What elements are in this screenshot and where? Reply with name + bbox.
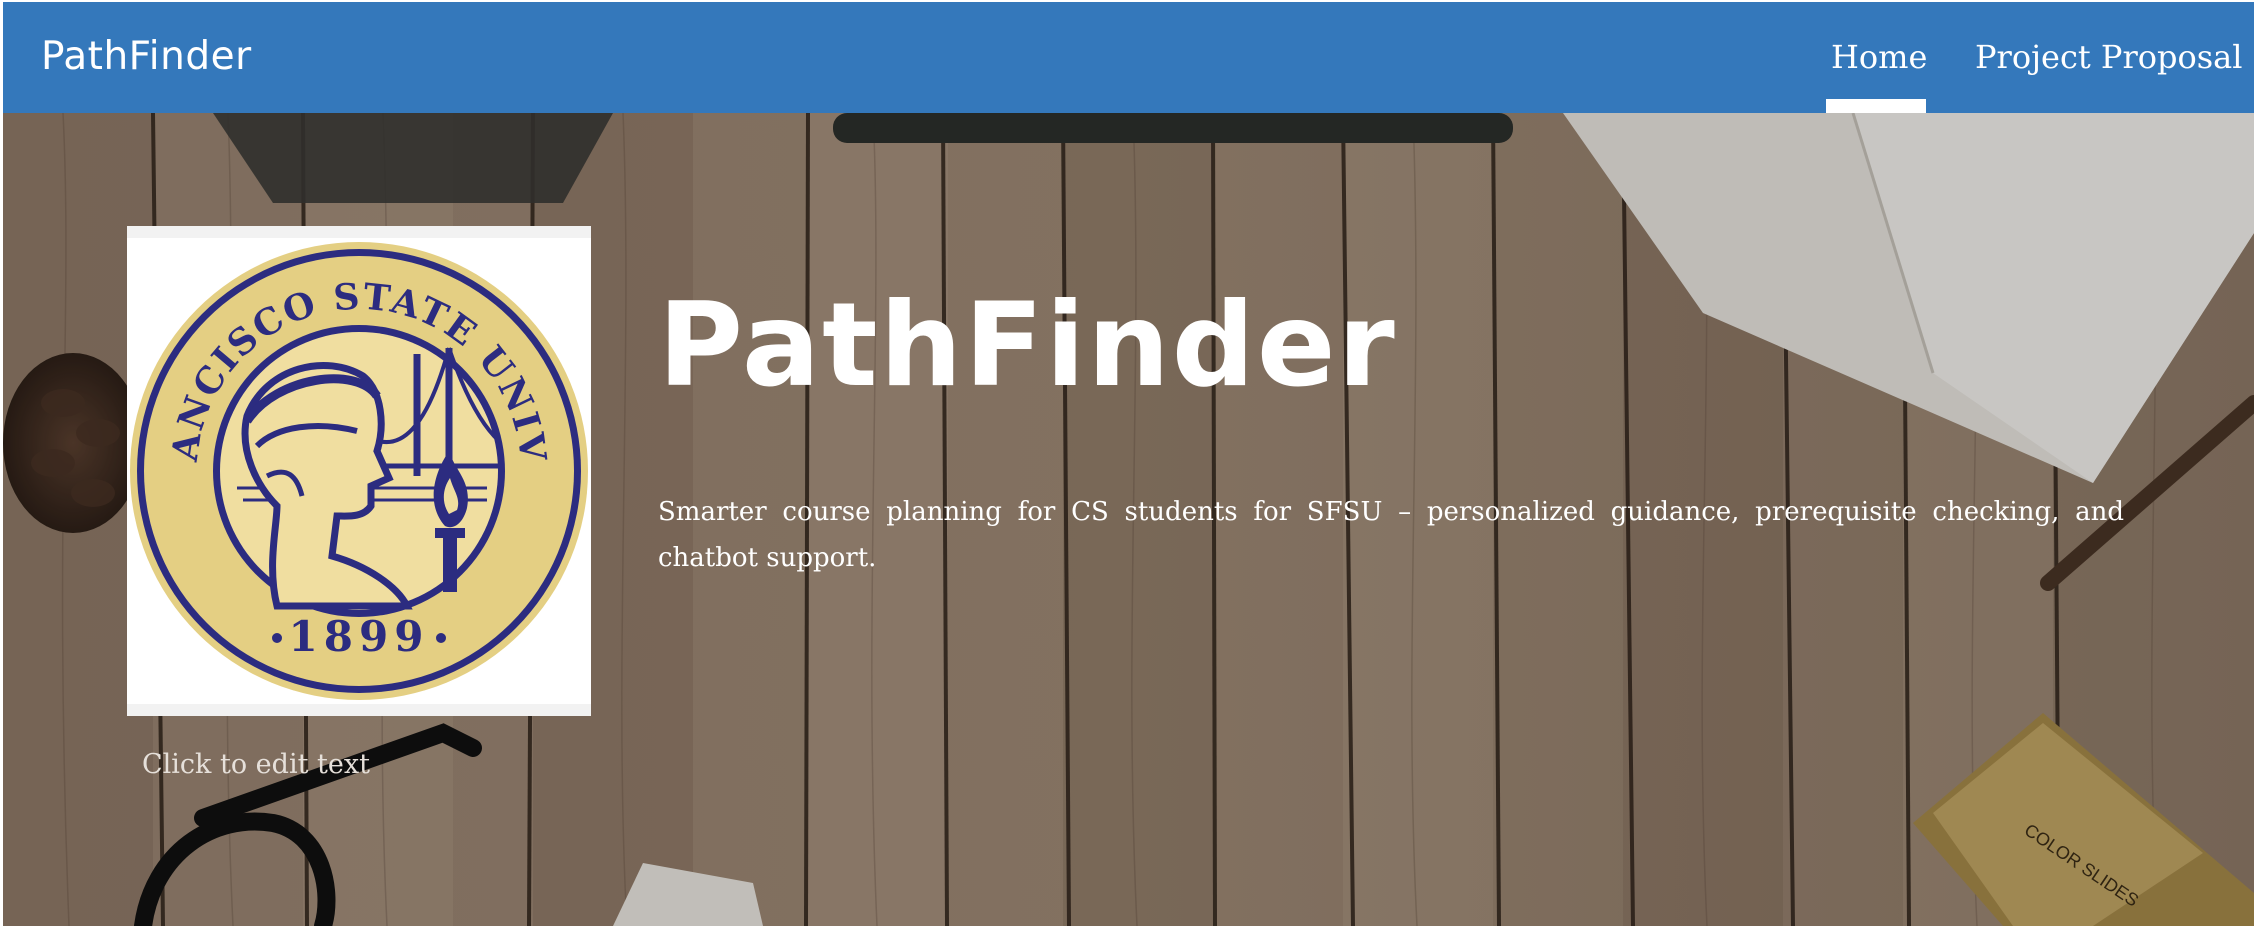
hero-tagline: Smarter course planning for CS students … [658, 497, 2124, 573]
top-navbar: PathFinder Home Project Proposal [3, 2, 2254, 113]
sfsu-seal-image[interactable]: SAN FRANCISCO STATE UNIVERSITY 1899 [127, 226, 591, 716]
hero-title: PathFinder [658, 278, 1397, 413]
image-caption[interactable]: Click to edit text [142, 749, 370, 780]
seal-year: 1899 [289, 612, 430, 661]
page-frame: PathFinder Home Project Proposal COLOR S… [3, 2, 2254, 926]
nav-link-project-proposal[interactable]: Project Proposal [1975, 38, 2242, 76]
hero-section: COLOR SLIDES ANCISCO STATE UNIV 1899 Cli… [3, 113, 2254, 926]
brand-logo-link[interactable]: PathFinder [41, 34, 252, 79]
nav-link-home[interactable]: Home [1831, 38, 1927, 76]
active-nav-indicator [1826, 99, 1926, 113]
